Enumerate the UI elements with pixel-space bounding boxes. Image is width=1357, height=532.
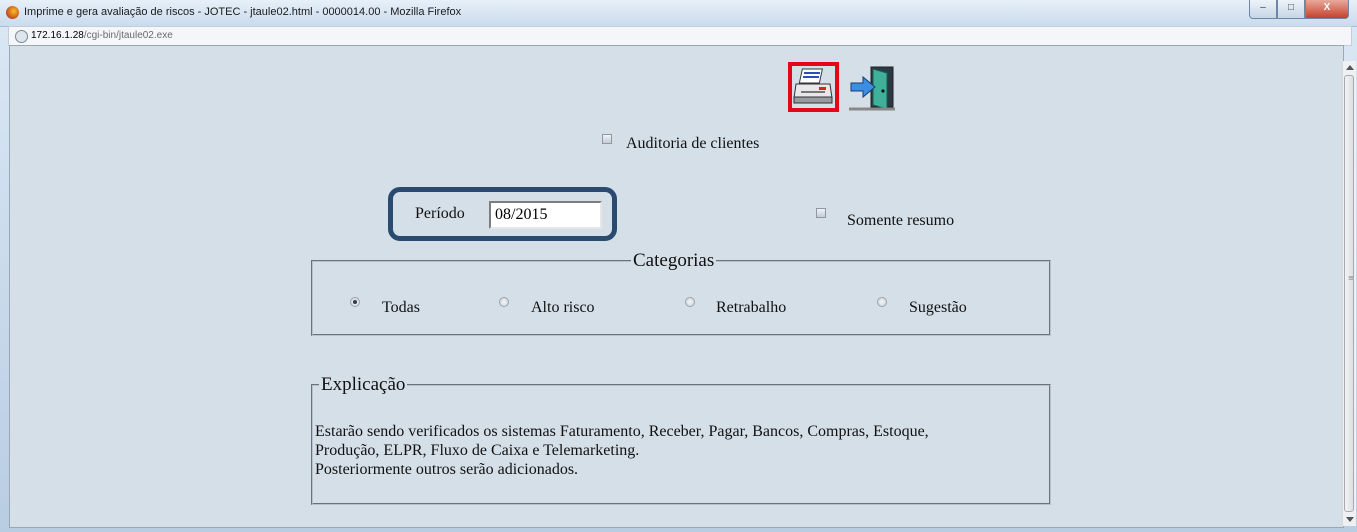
categorias-legend: Categorias [633,250,715,271]
exit-door-icon [849,66,895,111]
scrollbar-thumb[interactable]: ≡ [1344,75,1354,512]
print-button[interactable] [788,62,839,112]
explicacao-line-3: Posteriormente outros serão adicionados. [315,461,579,478]
radio-alto-risco[interactable] [499,297,509,307]
radio-todas-label: Todas [382,299,420,316]
explicacao-line-2: Produção, ELPR, Fluxo de Caixa e Telemar… [315,442,640,459]
explicacao-line-1: Estarão sendo verificados os sistemas Fa… [315,423,929,440]
printer-icon [793,68,833,104]
scroll-up-arrow-icon[interactable] [1346,65,1354,70]
title-bar: Imprime e gera avaliação de riscos - JOT… [0,0,1357,27]
radio-alto-risco-label: Alto risco [531,299,595,316]
radio-todas[interactable] [350,297,360,307]
address-bar[interactable]: 172.16.1.28/cgi-bin/jtaule02.exe [8,26,1352,46]
auditoria-checkbox[interactable] [602,134,612,144]
close-button[interactable]: X [1305,0,1349,19]
periodo-label: Período [415,205,465,222]
radio-sugestao[interactable] [877,297,887,307]
periodo-input[interactable] [489,201,602,229]
somente-resumo-checkbox[interactable] [816,208,826,218]
scroll-down-arrow-icon[interactable] [1346,517,1354,522]
explicacao-legend: Explicação [321,374,406,395]
window-controls: – □ X [1249,0,1349,19]
radio-retrabalho-label: Retrabalho [716,299,787,316]
vertical-scrollbar[interactable]: ≡ [1342,61,1356,526]
browser-window: Imprime e gera avaliação de riscos - JOT… [0,0,1357,532]
explicacao-text: Estarão sendo verificados os sistemas Fa… [315,422,1035,479]
somente-resumo-label: Somente resumo [847,212,955,229]
window-title: Imprime e gera avaliação de riscos - JOT… [24,6,462,18]
radio-retrabalho[interactable] [685,297,695,307]
minimize-button[interactable]: – [1249,0,1277,19]
address-url[interactable]: 172.16.1.28/cgi-bin/jtaule02.exe [31,30,173,41]
grip-icon: ≡ [1348,274,1354,282]
firefox-icon [6,6,19,19]
globe-icon [15,30,28,43]
categorias-group: Categorias [311,250,1051,336]
exit-button[interactable] [849,65,897,111]
url-host: 172.16.1.28 [31,30,84,41]
auditoria-label: Auditoria de clientes [626,135,760,152]
maximize-button[interactable]: □ [1277,0,1305,19]
radio-sugestao-label: Sugestão [909,299,967,316]
url-path: /cgi-bin/jtaule02.exe [83,30,173,41]
